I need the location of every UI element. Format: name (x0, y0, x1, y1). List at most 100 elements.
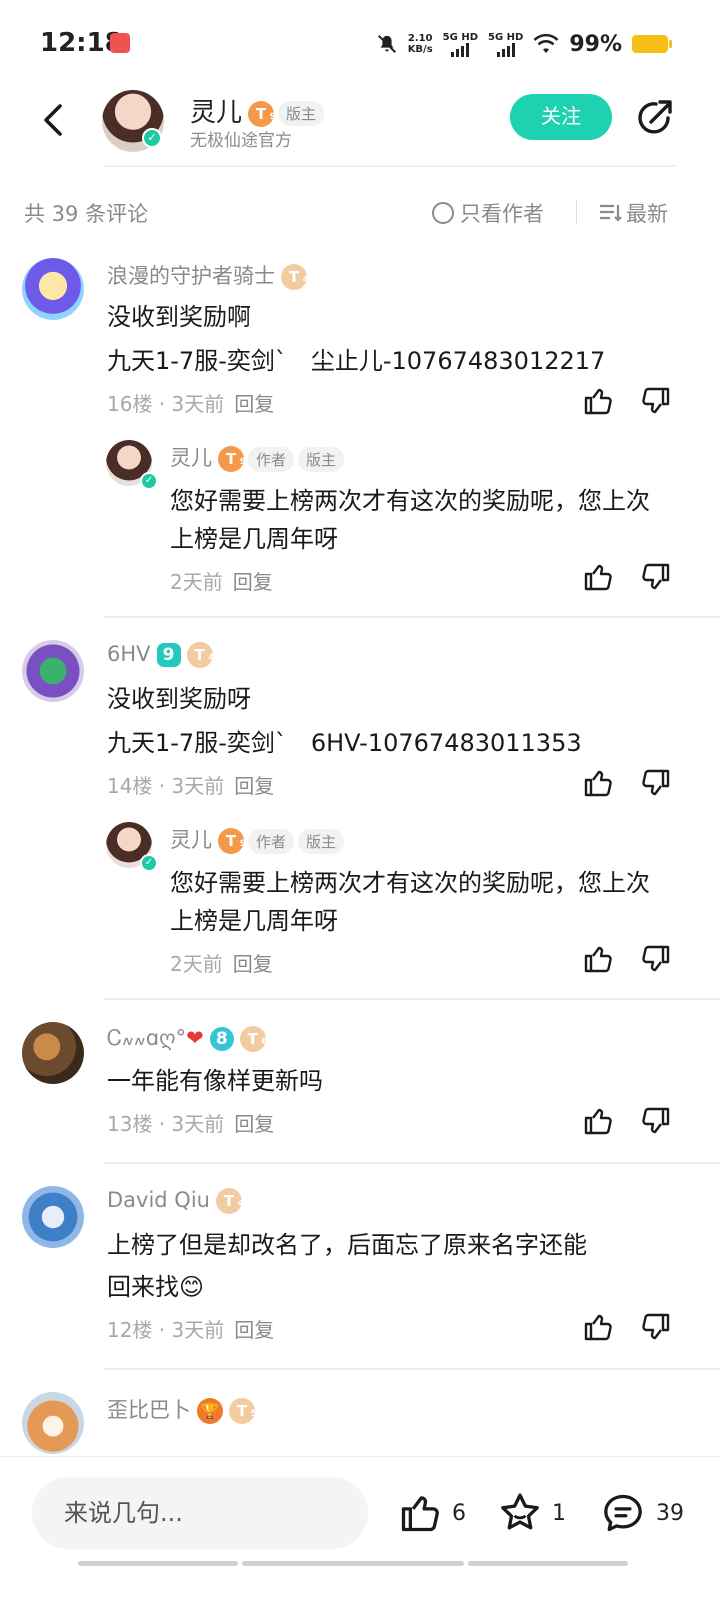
like-icon (401, 1496, 439, 1532)
like-icon[interactable] (582, 767, 614, 799)
like-icon[interactable] (582, 943, 614, 975)
trophy-badge: 🏆 (197, 1398, 223, 1424)
level-badge: T9 (248, 100, 276, 127)
sort-order-button[interactable]: 最新 (598, 198, 668, 228)
comment-divider (104, 1162, 720, 1164)
battery-icon (632, 35, 672, 53)
comment-count: 共 39 条评论 (24, 202, 149, 226)
reply-username[interactable]: 灵儿 T 9 作者 版主 (170, 442, 345, 472)
app-notification-icon (110, 33, 130, 53)
comment-text: 没收到奖励呀 (107, 685, 251, 713)
reply-button[interactable]: 回复 (233, 570, 273, 594)
moderator-tag: 版主 (278, 101, 325, 126)
like-icon[interactable] (582, 385, 614, 417)
comment-username[interactable]: 浪漫的守护者骑士 T 4 (107, 260, 309, 290)
sim1-signal: 5G HD (443, 32, 478, 57)
user-avatar[interactable] (22, 258, 84, 320)
level-badge: T4 (281, 264, 309, 290)
star-icon (501, 1493, 539, 1530)
reply-button[interactable]: 回复 (234, 392, 274, 416)
comment-username[interactable]: David Qiu T 4 (107, 1188, 244, 1214)
verified-icon: ✓ (142, 128, 162, 148)
author-name[interactable]: 灵儿 T 9 版主 (190, 92, 325, 129)
radio-icon (432, 202, 454, 224)
verified-icon: ✓ (140, 854, 158, 872)
net-speed: 2.10 KB/s (407, 33, 433, 55)
wifi-icon (533, 33, 559, 53)
author-subtitle: 无极仙途官方 (190, 131, 292, 151)
like-icon[interactable] (582, 1311, 614, 1343)
back-button[interactable] (34, 100, 74, 140)
favorite-action[interactable]: 1 (498, 1489, 566, 1537)
comment-username[interactable]: Ꮯ៷៷ɑღ°❤ 8 T 6 (107, 1024, 268, 1052)
dislike-icon[interactable] (640, 943, 672, 975)
dislike-icon[interactable] (640, 561, 672, 593)
verified-icon: ✓ (140, 472, 158, 490)
status-bar: 12:18 2.10 KB/s 5G HD 5G HD 99% (0, 0, 720, 88)
battery-percent: 99% (569, 31, 622, 57)
level-badge: T5 (229, 1398, 257, 1424)
comment-sort-bar: 共 39 条评论 只看作者 最新 (24, 196, 674, 230)
comment-text: 回来找😊 (107, 1273, 205, 1301)
user-avatar[interactable] (22, 1022, 84, 1084)
level-badge: T4 (186, 642, 215, 668)
like-action[interactable]: 6 (398, 1489, 466, 1537)
level-badge: T9 (218, 446, 246, 472)
user-avatar[interactable] (22, 1186, 84, 1248)
reply-username[interactable]: 灵儿 T 9 作者 版主 (170, 824, 345, 854)
reply-text: 您好需要上榜两次才有这次的奖励呢，您上次上榜是几周年呀 (170, 869, 650, 935)
nav-gesture-bar (78, 1561, 238, 1566)
header-divider (104, 165, 676, 167)
comment-divider (104, 998, 720, 1000)
like-icon[interactable] (582, 1105, 614, 1137)
comment-meta: 12楼 · 3天前 回复 (107, 1318, 275, 1342)
dislike-icon[interactable] (640, 1311, 672, 1343)
bottom-action-bar: 6 1 39 (0, 1456, 720, 1600)
sort-icon (600, 204, 622, 222)
reply-meta: 2天前 回复 (170, 570, 273, 594)
mute-icon (377, 35, 396, 53)
nav-gesture-bar (468, 1561, 628, 1566)
comment-text: 九天1-7服-奕剑ˋ 6HV-10767483011353 (107, 729, 582, 757)
comment-text: 九天1-7服-奕剑ˋ 尘止儿-10767483012217 (107, 347, 606, 375)
comment-input[interactable] (32, 1477, 368, 1549)
user-avatar[interactable] (22, 640, 84, 702)
moderator-tag: 版主 (298, 446, 345, 472)
vip-badge: 8 (209, 1027, 234, 1051)
status-icons: 2.10 KB/s 5G HD 5G HD 99% (376, 26, 672, 62)
author-tag: 作者 (248, 446, 295, 472)
moderator-tag: 版主 (298, 828, 345, 854)
reply-button[interactable]: 回复 (234, 1112, 274, 1136)
comments-action[interactable]: 39 (600, 1489, 684, 1537)
like-icon[interactable] (582, 561, 614, 593)
reply-button[interactable]: 回复 (233, 952, 273, 976)
comment-icon (604, 1494, 642, 1532)
dislike-icon[interactable] (640, 385, 672, 417)
heart-icon: ❤ (186, 1026, 204, 1050)
comment-divider (104, 1368, 720, 1370)
level-badge: T9 (218, 828, 246, 854)
comment-username[interactable]: 6HV 9 T 4 (107, 642, 215, 668)
comment-text: 没收到奖励啊 (107, 303, 251, 331)
only-author-toggle[interactable]: 只看作者 (432, 198, 544, 228)
comment-meta: 13楼 · 3天前 回复 (107, 1112, 275, 1136)
dislike-icon[interactable] (640, 767, 672, 799)
comment-divider (104, 616, 720, 618)
follow-button[interactable]: 关注 (510, 94, 612, 140)
comment-username[interactable]: 歪比巴卜 🏆 T 5 (107, 1394, 257, 1424)
sim2-signal: 5G HD (488, 32, 523, 57)
user-avatar[interactable] (22, 1392, 84, 1454)
level-badge: T4 (215, 1188, 244, 1214)
comment-meta: 16楼 · 3天前 回复 (107, 392, 275, 416)
share-icon[interactable] (634, 96, 676, 138)
comment-text: 上榜了但是却改名了，后面忘了原来名字还能 (107, 1231, 587, 1259)
nav-gesture-bar (242, 1561, 464, 1566)
comment-text: 一年能有像样更新吗 (107, 1067, 323, 1095)
reply-button[interactable]: 回复 (234, 774, 274, 798)
reply-button[interactable]: 回复 (234, 1318, 274, 1342)
post-header: ✓ 灵儿 T 9 版主 无极仙途官方 关注 (0, 88, 720, 168)
author-tag: 作者 (248, 828, 295, 854)
dislike-icon[interactable] (640, 1105, 672, 1137)
comment-meta: 14楼 · 3天前 回复 (107, 774, 275, 798)
sort-separator (576, 200, 577, 224)
